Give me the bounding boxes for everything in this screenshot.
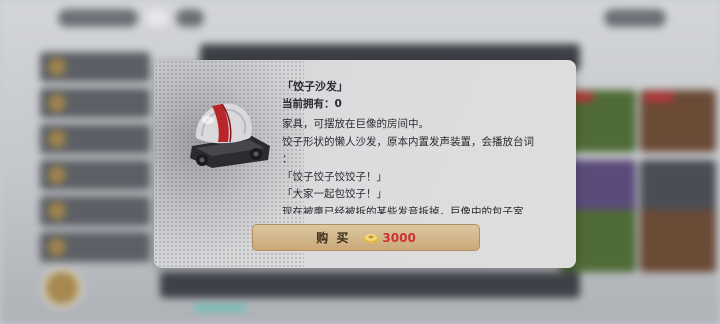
description-line: 「大家一起包饺子！」 bbox=[282, 188, 387, 200]
bg-top-tab bbox=[58, 9, 138, 27]
description-line: 现在被鹰已经被拆的某些发音拆掉，巨像中的包子室 bbox=[282, 205, 524, 215]
dumpling-sofa-icon bbox=[190, 103, 270, 168]
owned-count-row: 当前拥有：0 bbox=[282, 96, 554, 114]
bg-shop-card bbox=[640, 210, 716, 272]
bg-top-toggle bbox=[146, 9, 168, 27]
item-info-panel: 「饺子沙发」 当前拥有：0 家具，可摆放在巨像的房间中。 饺子形状的懒人沙发，原… bbox=[282, 78, 554, 214]
item-title: 「饺子沙发」 bbox=[282, 80, 348, 93]
bg-avatar bbox=[42, 268, 82, 308]
bg-shop-card bbox=[640, 90, 716, 152]
bg-category-item bbox=[40, 52, 150, 82]
coin-icon bbox=[363, 233, 380, 243]
bg-currency-pill bbox=[604, 9, 666, 27]
price-group: 3000 bbox=[362, 230, 416, 245]
bg-category-item bbox=[40, 160, 150, 190]
bg-bottom-strip bbox=[160, 272, 580, 298]
bg-category-item bbox=[40, 88, 150, 118]
description-line: 「饺子饺子饺饺子！」 bbox=[282, 170, 387, 183]
description-line: 家具，可摆放在巨像的房间中。 bbox=[282, 118, 429, 130]
description-line: ： bbox=[282, 153, 293, 165]
bg-top-tab bbox=[176, 9, 204, 27]
bg-category-item bbox=[40, 232, 150, 262]
item-description[interactable]: 家具，可摆放在巨像的房间中。 饺子形状的懒人沙发，原本内置发声装置，会播放台词 … bbox=[282, 116, 554, 214]
bg-progress-bar bbox=[195, 306, 245, 310]
bg-category-item bbox=[40, 196, 150, 226]
owned-label: 当前拥有： bbox=[282, 97, 335, 110]
owned-count: 0 bbox=[334, 97, 342, 110]
description-line: 饺子形状的懒人沙发，原本内置发声装置，会播放台词 bbox=[282, 135, 534, 148]
price-value: 3000 bbox=[382, 230, 416, 245]
buy-button[interactable]: 购 买 3000 bbox=[252, 224, 480, 251]
bg-category-item bbox=[40, 124, 150, 154]
item-detail-dialog: 「饺子沙发」 当前拥有：0 家具，可摆放在巨像的房间中。 饺子形状的懒人沙发，原… bbox=[154, 60, 576, 268]
buy-button-label: 购 买 bbox=[316, 231, 351, 245]
